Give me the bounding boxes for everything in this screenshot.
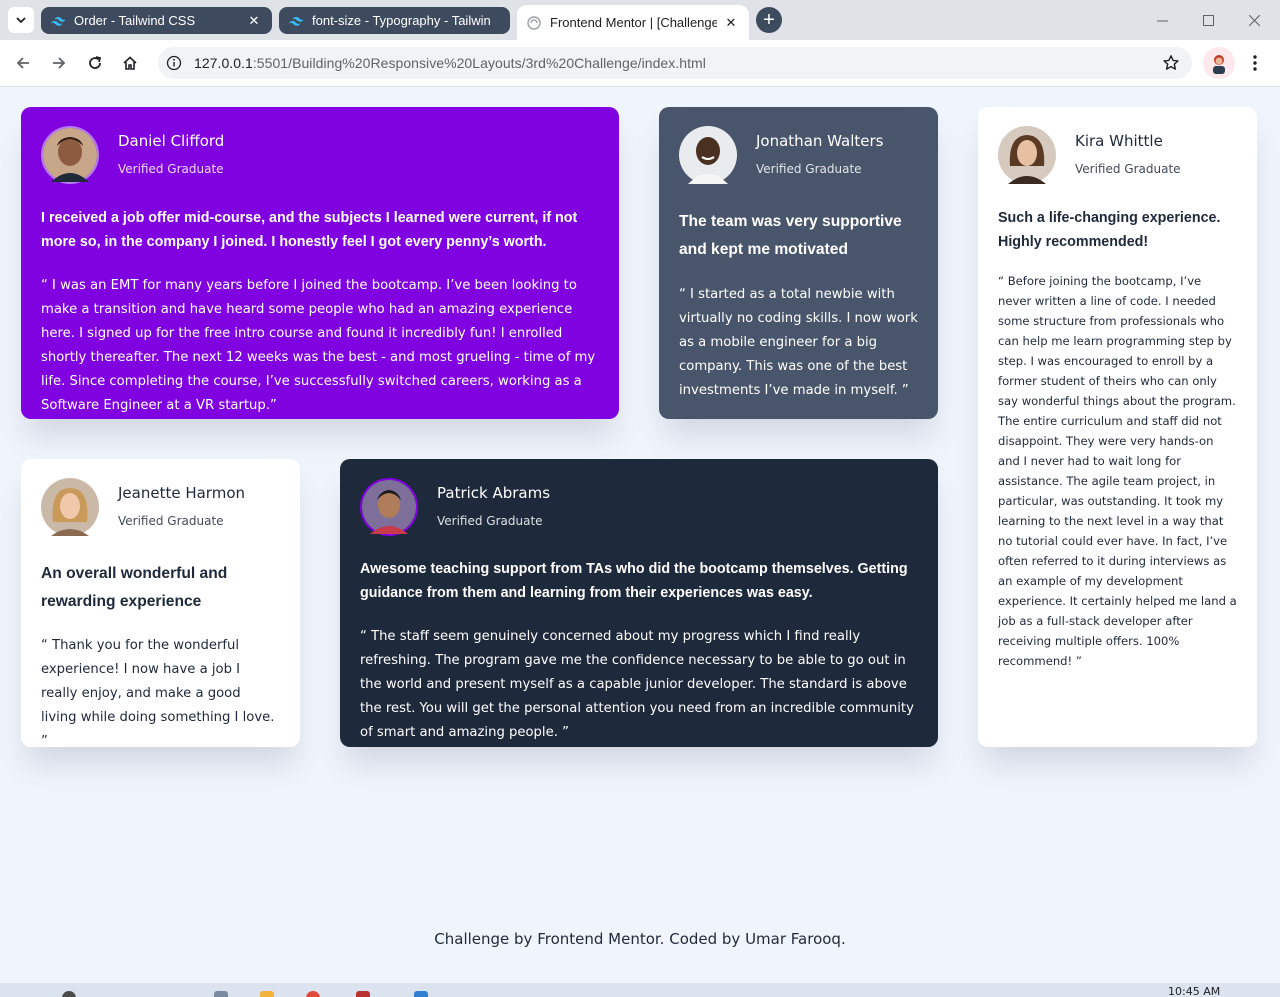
testimonial-headline: Awesome teaching support from TAs who di… (360, 561, 908, 601)
tab-title: Frontend Mentor | [Challenge N (550, 15, 717, 30)
card-person: Daniel Clifford Verified Graduate (118, 132, 224, 176)
card-person: Patrick Abrams Verified Graduate (437, 484, 550, 528)
os-taskbar: 10:45 AM (0, 983, 1280, 997)
person-name: Daniel Clifford (118, 132, 225, 150)
maximize-button[interactable] (1185, 0, 1231, 40)
arrow-left-icon (16, 57, 29, 69)
new-tab-button[interactable]: + (756, 7, 782, 33)
url-path: :5501/Building%20Responsive%20Layouts/3r… (252, 55, 706, 71)
minimize-icon (1156, 20, 1168, 21)
person-role: Verified Graduate (118, 514, 224, 528)
search-icon[interactable] (62, 991, 76, 997)
reload-icon (89, 56, 102, 69)
home-button[interactable] (116, 49, 144, 77)
testimonial-card-jeanette-harmon: Jeanette Harmon Verified Graduate An ove… (21, 459, 300, 749)
tailwind-icon (51, 14, 65, 28)
file-explorer-icon[interactable] (260, 991, 274, 997)
testimonial-headline: Such a life-changing experience. Highly … (998, 210, 1221, 250)
reload-button[interactable] (81, 49, 109, 77)
tab-search-button[interactable] (8, 7, 34, 33)
avatar (679, 126, 737, 184)
frontend-mentor-icon (527, 15, 541, 30)
close-icon[interactable]: ✕ (246, 13, 262, 29)
testimonial-headline: The team was very supportive and kept me… (679, 213, 902, 258)
testimonial-quote: “ Thank you for the wonderful experience… (41, 638, 275, 749)
avatar (360, 478, 418, 536)
testimonial-headline: An overall wonderful and rewarding exper… (41, 565, 228, 610)
avatar (998, 126, 1056, 184)
minimize-button[interactable] (1139, 0, 1185, 40)
bookmark-star-icon[interactable] (1162, 54, 1180, 77)
avatar (41, 478, 99, 536)
testimonial-card-kira-whittle: Kira Whittle Verified Graduate Such a li… (978, 107, 1257, 747)
testimonial-card-daniel-clifford: Daniel Clifford Verified Graduate I rece… (21, 107, 619, 419)
card-person: Kira Whittle Verified Graduate (1075, 132, 1181, 176)
avatar (41, 126, 99, 184)
card-header: Jeanette Harmon Verified Graduate (41, 478, 280, 536)
browser-tab-strip: Order - Tailwind CSS ✕ font-size - Typog… (0, 0, 1280, 40)
person-role: Verified Graduate (1075, 162, 1181, 176)
browser-menu-button[interactable] (1246, 53, 1264, 73)
close-icon[interactable]: ✕ (723, 15, 739, 31)
app-icon[interactable] (356, 991, 370, 997)
testimonial-quote: “ I was an EMT for many years before I j… (41, 278, 596, 413)
site-info-icon[interactable] (165, 54, 183, 72)
card-header: Daniel Clifford Verified Graduate (41, 126, 599, 184)
person-role: Verified Graduate (118, 162, 224, 176)
arrow-right-icon (53, 57, 66, 69)
vscode-icon[interactable] (414, 991, 428, 997)
card-header: Patrick Abrams Verified Graduate (360, 478, 918, 536)
more-vertical-icon (1253, 55, 1257, 71)
card-header: Jonathan Walters Verified Graduate (679, 126, 918, 184)
person-role: Verified Graduate (437, 514, 543, 528)
home-icon (123, 56, 137, 70)
person-role: Verified Graduate (756, 162, 862, 176)
tailwind-icon (289, 14, 303, 28)
page-footer-attribution: Challenge by Frontend Mentor. Coded by U… (434, 930, 846, 948)
testimonial-quote: “ Before joining the bootcamp, I’ve neve… (998, 274, 1237, 668)
forward-button[interactable] (45, 49, 73, 77)
url-text: 127.0.0.1:5501/Building%20Responsive%20L… (194, 55, 706, 71)
person-name: Jeanette Harmon (118, 484, 246, 502)
tab-frontend-mentor[interactable]: Frontend Mentor | [Challenge N ✕ (517, 5, 749, 40)
testimonial-card-jonathan-walters: Jonathan Walters Verified Graduate The t… (659, 107, 938, 419)
person-name: Jonathan Walters (756, 132, 884, 150)
chevron-down-icon (16, 17, 26, 24)
chrome-icon[interactable] (306, 991, 320, 997)
maximize-icon (1202, 14, 1214, 26)
profile-avatar[interactable] (1203, 47, 1235, 79)
testimonial-headline: I received a job offer mid-course, and t… (41, 210, 578, 250)
avatar-icon (1213, 55, 1225, 74)
tab-order-tailwind[interactable]: Order - Tailwind CSS ✕ (41, 7, 272, 34)
close-window-button[interactable] (1231, 0, 1277, 40)
close-icon (1248, 14, 1260, 26)
testimonial-quote: “ I started as a total newbie with virtu… (679, 287, 918, 398)
address-bar[interactable]: 127.0.0.1:5501/Building%20Responsive%20L… (158, 47, 1192, 79)
page-viewport: Daniel Clifford Verified Graduate I rece… (0, 88, 1280, 983)
tab-font-size-typography[interactable]: font-size - Typography - Tailwin (279, 7, 510, 34)
person-name: Kira Whittle (1075, 132, 1163, 150)
testimonial-card-patrick-abrams: Patrick Abrams Verified Graduate Awesome… (340, 459, 938, 747)
card-person: Jonathan Walters Verified Graduate (756, 132, 883, 176)
browser-toolbar: 127.0.0.1:5501/Building%20Responsive%20L… (0, 40, 1280, 87)
person-name: Patrick Abrams (437, 484, 551, 502)
card-header: Kira Whittle Verified Graduate (998, 126, 1237, 184)
testimonial-quote: “ The staff seem genuinely concerned abo… (360, 629, 914, 740)
tab-title: Order - Tailwind CSS (74, 13, 196, 28)
task-view-icon[interactable] (214, 991, 228, 997)
taskbar-clock[interactable]: 10:45 AM (1168, 985, 1220, 997)
url-host: 127.0.0.1 (194, 55, 253, 71)
plus-icon: + (763, 8, 775, 31)
back-button[interactable] (9, 49, 37, 77)
tab-title: font-size - Typography - Tailwin (312, 13, 491, 28)
card-person: Jeanette Harmon Verified Graduate (118, 484, 245, 528)
